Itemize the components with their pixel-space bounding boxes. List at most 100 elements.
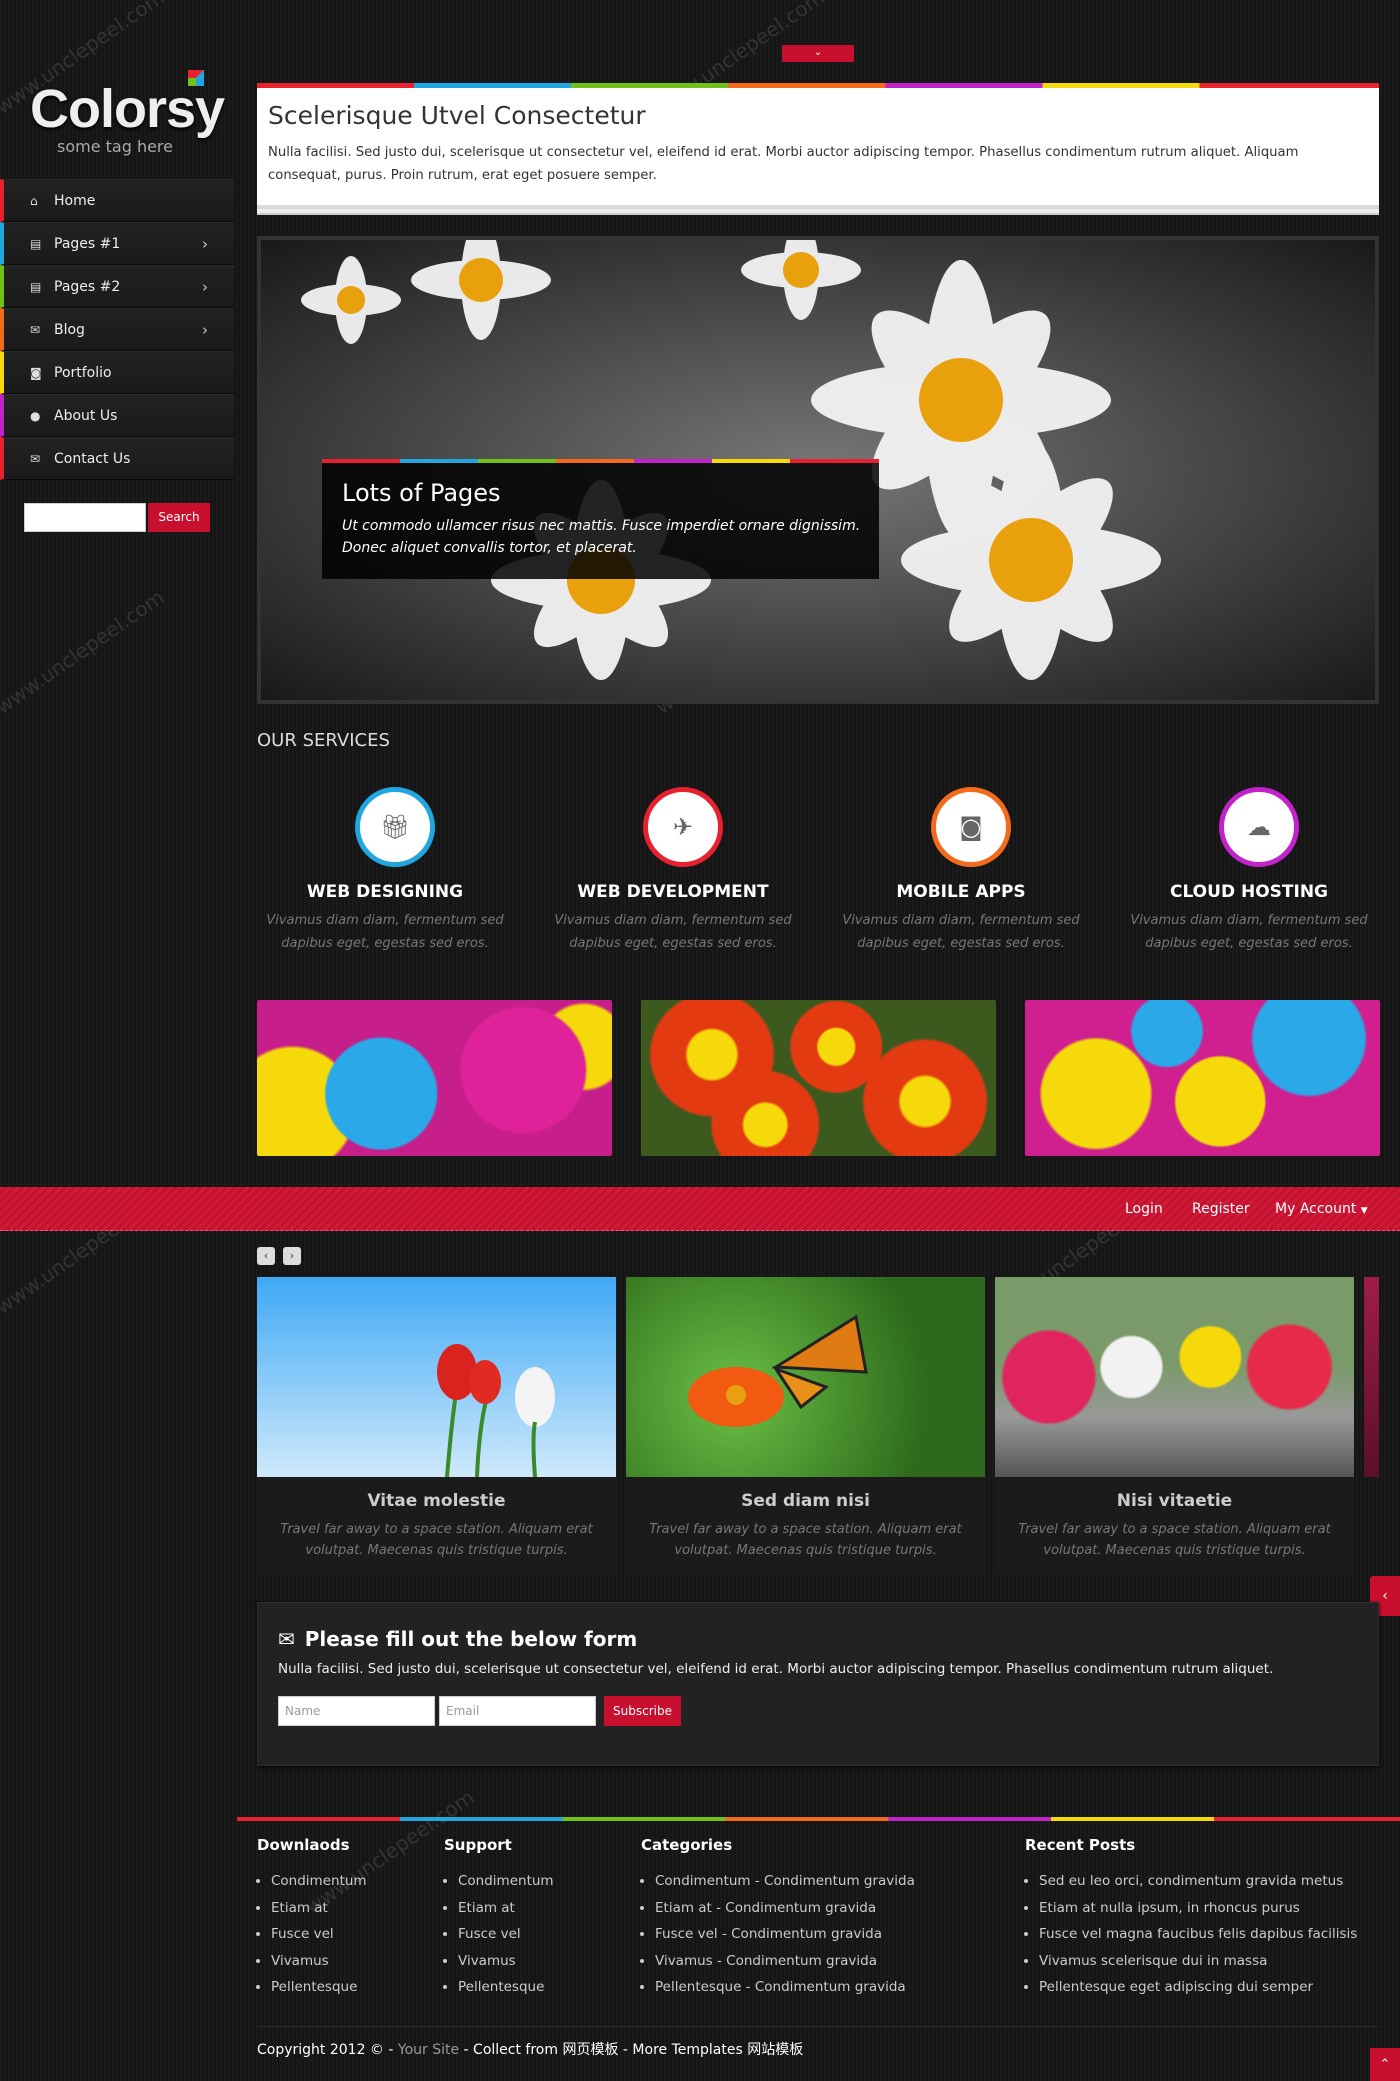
footer-link[interactable]: Pellentesque eget adipiscing dui semper [1039,1974,1357,2001]
tulips-sky-image [257,1277,616,1478]
footer-link[interactable]: Condimentum [271,1868,367,1895]
service-title: MOBILE APPS [896,882,1026,902]
footer-recent-posts: Recent Posts Sed eu leo orci, condimentu… [1025,1836,1357,2001]
footer-link[interactable]: Etiam at [271,1895,367,1922]
my-account-dropdown[interactable]: My Account ▼ [1275,1201,1368,1217]
footer-link[interactable]: Vivamus [458,1948,554,1975]
site-logo[interactable]: Colorsy [30,78,225,140]
rainbow-stripe [237,1817,1400,1821]
plane-icon: ✈ [643,787,723,867]
user-icon: ● [30,408,41,423]
footer-link[interactable]: Fusce vel - Condimentum gravida [655,1921,915,1948]
footer-link[interactable]: Pellentesque [458,1974,554,2001]
sidebar-item-portfolio[interactable]: ◙ Portfolio [0,351,234,394]
footer-link[interactable]: Etiam at [458,1895,554,1922]
carousel-next-button[interactable]: › [283,1247,301,1265]
carousel-item-title: Nisi vitaetie [1116,1491,1233,1511]
sidebar-item-label: Pages #1 [54,235,121,252]
copyright-prefix: Copyright 2012 © - [257,2042,398,2058]
footer-link[interactable]: Condimentum [458,1868,554,1895]
footer-link[interactable]: Vivamus - Condimentum gravida [655,1948,915,1975]
carousel-item[interactable]: Vitae molestie Travel far away to a spac… [257,1277,616,1575]
slider-title: Lots of Pages [342,479,501,507]
template-link[interactable]: 网页模板 [562,2042,618,2058]
service-title: WEB DEVELOPMENT [577,882,769,902]
carousel-item-peek [1364,1277,1379,1477]
sidebar-item-label: Home [54,192,96,209]
chevron-right-icon: › [202,235,208,253]
header-card: Scelerisque Utvel Consectetur Nulla faci… [257,83,1379,205]
service-mobile-apps[interactable]: ◙ MOBILE APPS Vivamus diam diam, ferment… [817,787,1105,957]
chevron-left-icon: ‹ [263,1249,269,1262]
sidebar-item-blog[interactable]: ✉ Blog › [0,308,234,351]
copyright-more: - More Templates [618,2042,748,2058]
footer-link[interactable]: Fusce vel [271,1921,367,1948]
butterfly-flower-image [626,1277,985,1477]
sidebar-nav: ⌂ Home ▤ Pages #1 › ▤ Pages #2 › ✉ Blog … [0,179,234,480]
footer-downloads: Downlaods Condimentum Etiam at Fusce vel… [257,1836,367,2001]
sidebar-item-about-us[interactable]: ● About Us [0,394,234,437]
sidebar-item-pages-1[interactable]: ▤ Pages #1 › [0,222,234,265]
footer-heading: Support [444,1836,512,1854]
email-field[interactable]: Email [439,1696,596,1726]
caret-down-icon: ▼ [1360,1206,1368,1216]
sidebar-item-contact-us[interactable]: ✉ Contact Us [0,437,234,480]
service-web-designing[interactable]: 🎁︎ WEB DESIGNING Vivamus diam diam, ferm… [241,787,529,957]
tulip-drawing [437,1344,555,1478]
service-cloud-hosting[interactable]: ☁ CLOUD HOSTING Vivamus diam diam, ferme… [1105,787,1393,957]
footer-link[interactable]: Fusce vel [458,1921,554,1948]
carousel-item[interactable]: Nisi vitaetie Travel far away to a space… [995,1277,1354,1575]
header-text: Nulla facilisi. Sed justo dui, scelerisq… [268,145,1299,183]
search-input[interactable] [24,503,146,532]
form-text: Nulla facilisi. Sed justo dui, scelerisq… [278,1661,1274,1677]
your-site-link[interactable]: Your Site [398,2042,459,2058]
form-title: Please fill out the below form [304,1627,638,1651]
carousel-prev-button[interactable]: ‹ [257,1247,275,1265]
carousel-item-text: Travel far away to a space station. Aliq… [649,1522,962,1558]
footer-categories: Categories Condimentum - Condimentum gra… [641,1836,915,2001]
copyright-collect: - Collect from [459,2042,563,2058]
footer-link[interactable]: Etiam at nulla ipsum, in rhoncus purus [1039,1895,1357,1922]
gallery-image-mixed-daisies[interactable] [1025,1000,1380,1156]
sidebar-item-label: Blog [54,321,85,338]
subscribe-button[interactable]: Subscribe [604,1696,681,1726]
footer-link[interactable]: Fusce vel magna faucibus felis dapibus f… [1039,1921,1357,1948]
footer-link[interactable]: Condimentum - Condimentum gravida [655,1868,915,1895]
service-web-development[interactable]: ✈ WEB DEVELOPMENT Vivamus diam diam, fer… [529,787,817,957]
more-templates-link[interactable]: 网站模板 [747,2042,803,2058]
camera-icon: ◙ [931,787,1011,867]
login-link[interactable]: Login [1125,1201,1163,1217]
gallery-image-orange-flowers[interactable] [641,1000,996,1156]
sidebar-item-label: Contact Us [54,450,131,467]
account-bar: Login Register My Account ▼ [0,1187,1400,1231]
services-heading: OUR SERVICES [257,730,390,751]
page-title: Scelerisque Utvel Consectetur [268,101,646,130]
footer-link[interactable]: Etiam at - Condimentum gravida [655,1895,915,1922]
top-panel-toggle[interactable]: ⌄ [782,45,854,62]
footer-link[interactable]: Vivamus scelerisque dui in massa [1039,1948,1357,1975]
footer-link[interactable]: Pellentesque - Condimentum gravida [655,1974,915,2001]
footer-link[interactable]: Pellentesque [271,1974,367,2001]
carousel-item[interactable]: Sed diam nisi Travel far away to a space… [626,1277,985,1575]
footer-link[interactable]: Vivamus [271,1948,367,1975]
footer-link[interactable]: Sed eu leo orci, condimentum gravida met… [1039,1868,1357,1895]
register-link[interactable]: Register [1192,1201,1250,1217]
sidebar-item-label: Portfolio [54,364,112,381]
search-button[interactable]: Search [148,503,210,532]
rainbow-stripe [257,83,1379,88]
chevron-right-icon: › [289,1249,295,1262]
carousel-item-text: Travel far away to a space station. Aliq… [280,1522,593,1558]
form-heading: ✉ Please fill out the below form [278,1627,637,1651]
back-to-top-button[interactable]: ⌃ [1370,2048,1400,2081]
site-tagline: some tag here [56,137,173,156]
chevron-up-icon: ⌃ [1379,2057,1391,2072]
name-field[interactable]: Name [278,1696,435,1726]
gallery-image-colorful-daisies[interactable] [257,1000,612,1156]
sidebar-item-home[interactable]: ⌂ Home [0,179,234,222]
footer-heading: Downlaods [257,1836,350,1854]
watermark: www.unclepeel.com [0,584,169,720]
footer-heading: Recent Posts [1025,1836,1136,1854]
sidebar-item-pages-2[interactable]: ▤ Pages #2 › [0,265,234,308]
chevron-right-icon: › [202,321,208,339]
slider-caption: Lots of Pages Ut commodo ullamcer risus … [322,459,879,579]
